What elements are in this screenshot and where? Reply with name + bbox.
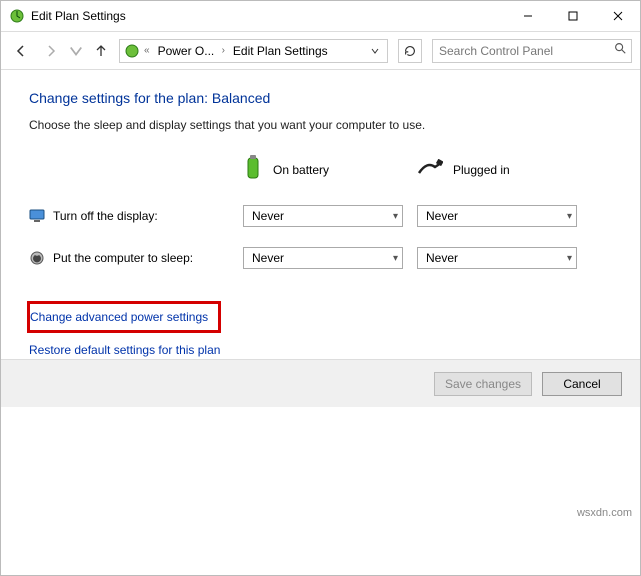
display-plugged-value: Never — [426, 209, 458, 223]
chevron-down-icon: ▾ — [567, 211, 572, 222]
footer: Save changes Cancel — [1, 359, 640, 407]
window-controls — [505, 1, 640, 31]
column-header-plugged: Plugged in — [417, 159, 577, 180]
chevron-down-icon: ▾ — [567, 253, 572, 264]
watermark: wsxdn.com — [577, 507, 632, 519]
cancel-button[interactable]: Cancel — [542, 372, 622, 396]
navigation-bar: « Power O... › Edit Plan Settings — [1, 31, 640, 69]
close-button[interactable] — [595, 1, 640, 31]
row-label-display: Turn off the display: — [53, 209, 158, 223]
row-display: Turn off the display: — [29, 208, 229, 224]
row-label-sleep: Put the computer to sleep: — [53, 251, 193, 265]
breadcrumb-seg-edit-plan[interactable]: Edit Plan Settings — [229, 44, 332, 58]
column-header-battery: On battery — [243, 154, 403, 185]
highlight-box: Change advanced power settings — [27, 301, 221, 333]
settings-grid: On battery Plugged in Turn off the displ… — [29, 154, 612, 269]
window-title: Edit Plan Settings — [31, 9, 505, 23]
breadcrumb-dropdown[interactable] — [367, 44, 383, 58]
page-heading: Change settings for the plan: Balanced — [29, 90, 612, 106]
sleep-battery-combo[interactable]: Never ▾ — [243, 247, 403, 269]
display-plugged-combo[interactable]: Never ▾ — [417, 205, 577, 227]
sleep-plugged-combo[interactable]: Never ▾ — [417, 247, 577, 269]
search-input[interactable] — [433, 44, 631, 58]
plug-icon — [417, 159, 443, 180]
power-plan-icon — [9, 8, 25, 24]
advanced-power-settings-link[interactable]: Change advanced power settings — [30, 310, 208, 324]
page-subtext: Choose the sleep and display settings th… — [29, 118, 612, 132]
save-button: Save changes — [434, 372, 532, 396]
maximize-button[interactable] — [550, 1, 595, 31]
back-button[interactable] — [9, 39, 33, 63]
search-box[interactable] — [432, 39, 632, 63]
column-label-plugged: Plugged in — [453, 163, 510, 177]
battery-icon — [243, 154, 263, 185]
refresh-button[interactable] — [398, 39, 422, 63]
chevron-right-icon: › — [220, 45, 227, 56]
sleep-icon — [29, 250, 45, 266]
history-dropdown[interactable] — [69, 39, 83, 63]
restore-defaults-link[interactable]: Restore default settings for this plan — [29, 343, 220, 357]
row-sleep: Put the computer to sleep: — [29, 250, 229, 266]
breadcrumb-seg-power-options[interactable]: Power O... — [154, 44, 218, 58]
display-battery-combo[interactable]: Never ▾ — [243, 205, 403, 227]
minimize-button[interactable] — [505, 1, 550, 31]
display-icon — [29, 208, 45, 224]
title-bar: Edit Plan Settings — [1, 1, 640, 31]
chevron-down-icon: ▾ — [393, 211, 398, 222]
content-area: Change settings for the plan: Balanced C… — [1, 70, 640, 391]
chevron-down-icon: ▾ — [393, 253, 398, 264]
display-battery-value: Never — [252, 209, 284, 223]
sleep-battery-value: Never — [252, 251, 284, 265]
up-button[interactable] — [89, 39, 113, 63]
power-options-icon — [124, 43, 140, 59]
column-label-battery: On battery — [273, 163, 329, 177]
forward-button — [39, 39, 63, 63]
search-icon[interactable] — [613, 41, 627, 60]
sleep-plugged-value: Never — [426, 251, 458, 265]
breadcrumb[interactable]: « Power O... › Edit Plan Settings — [119, 39, 388, 63]
chevron-left-icon: « — [142, 45, 152, 56]
